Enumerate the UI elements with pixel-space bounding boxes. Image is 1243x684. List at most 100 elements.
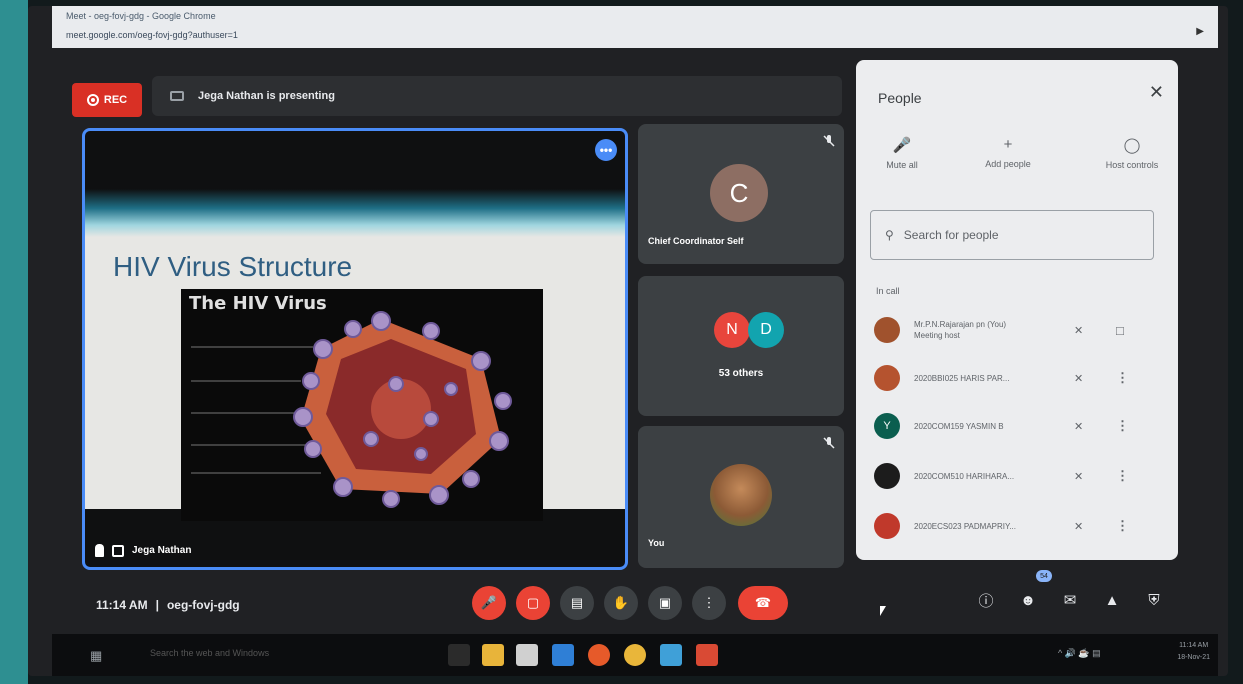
captions-button[interactable]: ▤	[560, 586, 594, 620]
people-icon: ☻	[1020, 591, 1036, 609]
separator: |	[155, 598, 159, 612]
address-bar[interactable]: meet.google.com/oeg-fovj-gdg?authuser=1	[66, 30, 238, 40]
search-placeholder: Search for people	[903, 228, 999, 242]
close-icon[interactable]: ✕	[1149, 82, 1164, 103]
participant-name: 2020BBI025 HARIS PAR...	[914, 373, 1010, 383]
browser-tab-title[interactable]: Meet - oeg-fovj-gdg - Google Chrome	[66, 11, 216, 21]
search-input[interactable]: ⚲ Search for people	[870, 210, 1154, 260]
presenting-text: Jega Nathan is presenting	[198, 90, 335, 102]
others-count-label: 53 others	[718, 368, 764, 379]
taskbar-clock[interactable]: 11:14 AM 18-Nov-21	[1177, 640, 1210, 664]
avatar	[874, 365, 900, 391]
kebab-icon: ⋮	[702, 595, 716, 610]
participant-name: You	[648, 538, 665, 548]
participant-tile-others[interactable]: N D 53 others	[638, 276, 844, 416]
slide: HIV Virus Structure The HIV Virus	[85, 189, 625, 521]
present-screen-icon	[170, 91, 184, 101]
mic-off-icon[interactable]: ✕	[1074, 324, 1094, 337]
present-button[interactable]: ▣	[648, 586, 682, 620]
avatar	[710, 464, 772, 526]
add-person-icon: +	[1003, 136, 1013, 153]
mic-off-icon[interactable]: ✕	[1074, 470, 1094, 483]
list-item[interactable]: Y 2020COM159 YASMIN B ✕ ⋮	[874, 406, 1164, 446]
windows-start-icon[interactable]: ▦	[90, 648, 102, 664]
avatar: Y	[874, 413, 900, 439]
avatar	[874, 317, 900, 343]
virus-image: The HIV Virus	[181, 289, 543, 521]
file-explorer-icon[interactable]	[482, 644, 504, 666]
presentation-tile[interactable]: ••• HIV Virus Structure The HIV Virus Je…	[82, 128, 628, 570]
section-label: In call	[876, 286, 900, 296]
system-tray[interactable]: ^ 🔊 ☕ ▤	[1058, 648, 1101, 659]
recording-label: REC	[103, 94, 128, 106]
presenter-footer: Jega Nathan	[95, 544, 191, 557]
virus-illustration	[191, 311, 512, 508]
mic-toggle-button[interactable]: 🎤	[472, 586, 506, 620]
add-people-button[interactable]: + Add people	[968, 136, 1048, 169]
participant-name: Chief Coordinator Self	[648, 236, 744, 246]
participant-name-block: Mr.P.N.Rajarajan pn (You) Meeting host	[914, 319, 1064, 341]
raise-hand-button[interactable]: ✋	[604, 586, 638, 620]
mic-off-icon	[823, 135, 835, 147]
hand-icon: ✋	[612, 595, 630, 610]
mic-off-icon[interactable]: ✕	[1074, 520, 1094, 533]
mute-all-label: Mute all	[886, 160, 918, 170]
people-button[interactable]: ☻	[1014, 586, 1042, 614]
office-icon[interactable]	[696, 644, 718, 666]
presenting-banner: Jega Nathan is presenting	[152, 76, 842, 116]
captions-icon: ▤	[570, 595, 584, 610]
list-item[interactable]: 2020ECS023 PADMAPRIY... ✕ ⋮	[874, 506, 1164, 546]
slide-title: HIV Virus Structure	[113, 251, 353, 282]
kebab-icon[interactable]: ▶	[1196, 26, 1204, 37]
mic-off-icon: 🎤	[480, 595, 498, 610]
more-options-icon[interactable]: ⋮	[1116, 370, 1129, 386]
firefox-icon[interactable]	[588, 644, 610, 666]
mic-off-icon: 🎤	[892, 137, 912, 154]
avatar	[874, 463, 900, 489]
list-item[interactable]: 2020COM510 HARIHARA... ✕ ⋮	[874, 456, 1164, 496]
slide-header-wave	[85, 189, 625, 237]
store-icon[interactable]	[516, 644, 538, 666]
more-options-icon[interactable]: ⋮	[1116, 468, 1129, 484]
meeting-info: 11:14 AM | oeg-fovj-gdg	[96, 598, 240, 612]
participant-name: 2020ECS023 PADMAPRIY...	[914, 521, 1016, 531]
recording-badge: REC	[72, 83, 142, 117]
more-options-button[interactable]: ⋮	[692, 586, 726, 620]
activities-button[interactable]: ▲	[1098, 586, 1126, 614]
taskbar-time: 11:14 AM	[1179, 642, 1209, 649]
mic-off-icon[interactable]: ✕	[1074, 420, 1094, 433]
clock-time: 11:14 AM	[96, 598, 148, 612]
camera-toggle-button[interactable]: ▢	[516, 586, 550, 620]
meeting-details-button[interactable]: ⓘ	[972, 586, 1000, 614]
more-options-icon[interactable]: •••	[595, 139, 617, 161]
mute-all-button[interactable]: 🎤 Mute all	[862, 136, 942, 170]
pin-icon[interactable]	[95, 544, 104, 557]
host-controls-button[interactable]: ◯ Host controls	[1092, 136, 1172, 170]
people-panel: People ✕ 🎤 Mute all + Add people ◯ Host …	[856, 60, 1178, 560]
participant-name: 2020COM159 YASMIN B	[914, 421, 1004, 431]
leave-call-button[interactable]: ☎	[738, 586, 788, 620]
skype-icon[interactable]	[660, 644, 682, 666]
taskbar-search[interactable]: Search the web and Windows	[150, 648, 269, 658]
participant-tile-chief[interactable]: C Chief Coordinator Self	[638, 124, 844, 264]
chrome-icon[interactable]	[624, 644, 646, 666]
more-options-icon[interactable]: ⋮	[1116, 418, 1129, 434]
monitor-frame: Meet - oeg-fovj-gdg - Google Chrome meet…	[0, 0, 1243, 684]
screen: Meet - oeg-fovj-gdg - Google Chrome meet…	[28, 6, 1228, 676]
pin-icon[interactable]: □	[1116, 323, 1124, 338]
avatar-group: N D	[714, 312, 784, 348]
meeting-code: oeg-fovj-gdg	[166, 598, 240, 612]
camera-off-icon: ▢	[526, 595, 540, 610]
search-icon: ⚲	[885, 228, 894, 242]
more-options-icon[interactable]: ⋮	[1116, 518, 1129, 534]
participant-tile-you[interactable]: You	[638, 426, 844, 568]
edge-icon[interactable]	[552, 644, 574, 666]
mic-off-icon[interactable]: ✕	[1074, 372, 1094, 385]
taskbar-date: 18-Nov-21	[1177, 654, 1210, 661]
host-controls-toolbar-button[interactable]: ⛨	[1140, 586, 1168, 614]
chat-button[interactable]: ✉	[1056, 586, 1084, 614]
task-view-icon[interactable]	[448, 644, 470, 666]
mic-off-icon	[823, 437, 835, 449]
list-item[interactable]: Mr.P.N.Rajarajan pn (You) Meeting host ✕…	[874, 310, 1164, 350]
list-item[interactable]: 2020BBI025 HARIS PAR... ✕ ⋮	[874, 358, 1164, 398]
